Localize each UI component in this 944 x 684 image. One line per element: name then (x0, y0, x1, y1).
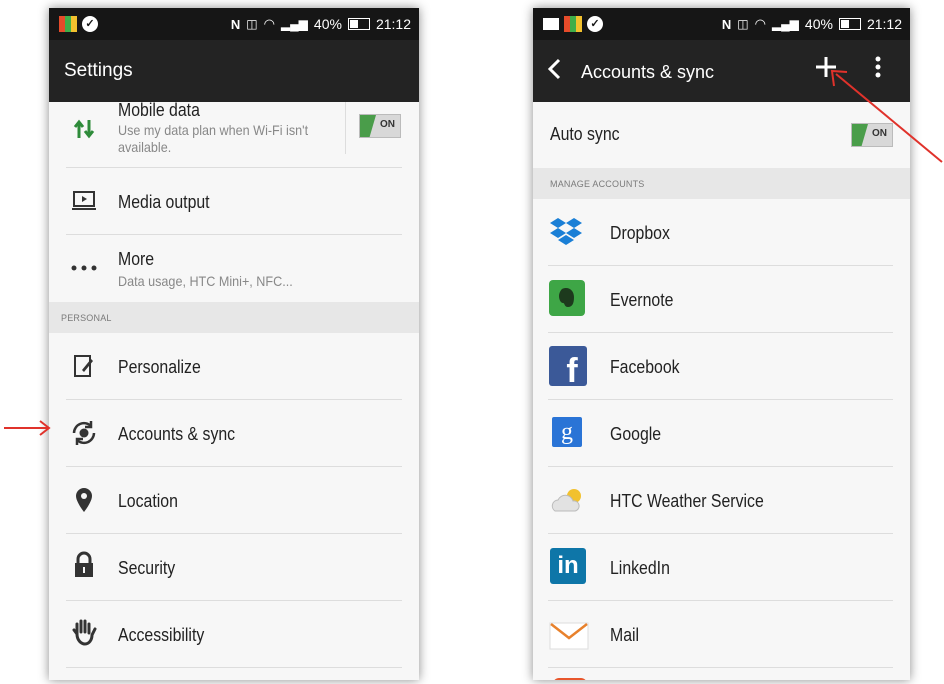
location-label: Location (118, 491, 178, 511)
vibrate-icon: ◫ (246, 17, 258, 31)
evernote-label: Evernote (610, 290, 674, 310)
more-label: More (118, 249, 155, 269)
htc-weather-label: HTC Weather Service (610, 491, 764, 511)
message-notification-icon (543, 18, 559, 30)
office-icon (553, 678, 587, 680)
status-bar: ✓ N ◫ ◠ ▂▄▆ 40% 21:12 (533, 8, 910, 40)
facebook-icon: f (549, 346, 587, 390)
app-bar: Settings (49, 40, 419, 102)
account-item-dropbox[interactable]: Dropbox (533, 199, 910, 266)
settings-item-accessibility[interactable]: Accessibility (49, 601, 419, 668)
personalize-label: Personalize (118, 357, 201, 377)
evernote-icon (549, 280, 585, 316)
signal-icon: ▂▄▆ (771, 17, 799, 31)
dropbox-label: Dropbox (610, 223, 670, 243)
battery-percent: 40% (313, 16, 342, 32)
clock: 21:12 (375, 16, 411, 32)
wifi-icon: ◠ (754, 16, 766, 31)
page-title: Accounts & sync (581, 62, 715, 82)
settings-list: Mobile data Use my data plan when Wi-Fi … (49, 100, 419, 680)
account-item-linkedin[interactable]: in LinkedIn (533, 534, 910, 601)
more-sub: Data usage, HTC Mini+, NFC... (118, 273, 293, 289)
check-notification-icon: ✓ (82, 16, 98, 32)
section-header-personal: PERSONAL (49, 302, 419, 333)
battery-icon (838, 18, 861, 30)
vibrate-icon: ◫ (737, 17, 749, 31)
accounts-list: Auto sync ON MANAGE ACCOUNTS Dropbox Eve… (533, 102, 910, 680)
chevron-left-icon (547, 58, 561, 80)
google-label: Google (610, 424, 662, 444)
mobile-data-toggle[interactable]: ON (359, 114, 401, 138)
page-title: Settings (64, 60, 133, 81)
linkedin-icon: in (550, 548, 586, 584)
divider (345, 102, 346, 154)
mobile-data-label: Mobile data (118, 100, 200, 120)
settings-item-location[interactable]: Location (49, 467, 419, 534)
dropbox-icon (549, 215, 583, 249)
clock: 21:12 (866, 16, 902, 32)
annotation-arrow-icon (4, 420, 51, 436)
account-item-partial (533, 668, 910, 680)
mail-label: Mail (610, 625, 640, 645)
mail-icon (549, 619, 589, 653)
data-arrows-icon (67, 112, 101, 146)
check-notification-icon: ✓ (587, 16, 603, 32)
wifi-icon: ◠ (263, 16, 275, 31)
linkedin-label: LinkedIn (610, 558, 670, 578)
annotation-arrow-icon (830, 69, 943, 163)
location-pin-icon (67, 483, 101, 517)
account-item-htc-weather[interactable]: HTC Weather Service (533, 467, 910, 534)
settings-screen: ✓ N ◫ ◠ ▂▄▆ 40% 21:12 Settings Mobile da… (49, 8, 419, 680)
settings-item-accounts-sync[interactable]: Accounts & sync (49, 400, 419, 467)
nfc-icon: N (230, 16, 241, 32)
settings-item-security[interactable]: Security (49, 534, 419, 601)
auto-sync-label: Auto sync (550, 124, 620, 144)
mobile-data-sub: Use my data plan when Wi-Fi isn't availa… (118, 122, 309, 155)
app-notification-icon (59, 16, 77, 32)
personalize-icon (67, 349, 101, 383)
settings-item-more[interactable]: More Data usage, HTC Mini+, NFC... (49, 235, 419, 302)
accounts-sync-label: Accounts & sync (118, 424, 236, 444)
google-icon: g (552, 417, 582, 447)
mobile-data-row[interactable]: Mobile data Use my data plan when Wi-Fi … (49, 100, 419, 168)
section-header-manage-accounts: MANAGE ACCOUNTS (533, 168, 910, 199)
status-bar: ✓ N ◫ ◠ ▂▄▆ 40% 21:12 (49, 8, 419, 40)
signal-icon: ▂▄▆ (280, 17, 308, 31)
accessibility-label: Accessibility (118, 625, 205, 645)
account-item-evernote[interactable]: Evernote (533, 266, 910, 333)
app-notification-icon (564, 16, 582, 32)
lock-icon (67, 548, 101, 582)
security-label: Security (118, 558, 176, 578)
hand-icon (67, 615, 101, 649)
nfc-icon: N (721, 16, 732, 32)
media-output-icon (67, 184, 101, 218)
account-item-google[interactable]: g Google (533, 400, 910, 467)
more-dots-icon (67, 251, 101, 285)
account-item-mail[interactable]: Mail (533, 601, 910, 668)
media-output-label: Media output (118, 192, 210, 212)
facebook-label: Facebook (610, 357, 680, 377)
back-button[interactable] (547, 58, 567, 84)
weather-icon (549, 483, 587, 517)
account-item-facebook[interactable]: f Facebook (533, 333, 910, 400)
settings-item-media-output[interactable]: Media output (49, 168, 419, 235)
battery-icon (347, 18, 370, 30)
battery-percent: 40% (804, 16, 833, 32)
settings-item-personalize[interactable]: Personalize (49, 333, 419, 400)
sync-icon (67, 416, 101, 450)
